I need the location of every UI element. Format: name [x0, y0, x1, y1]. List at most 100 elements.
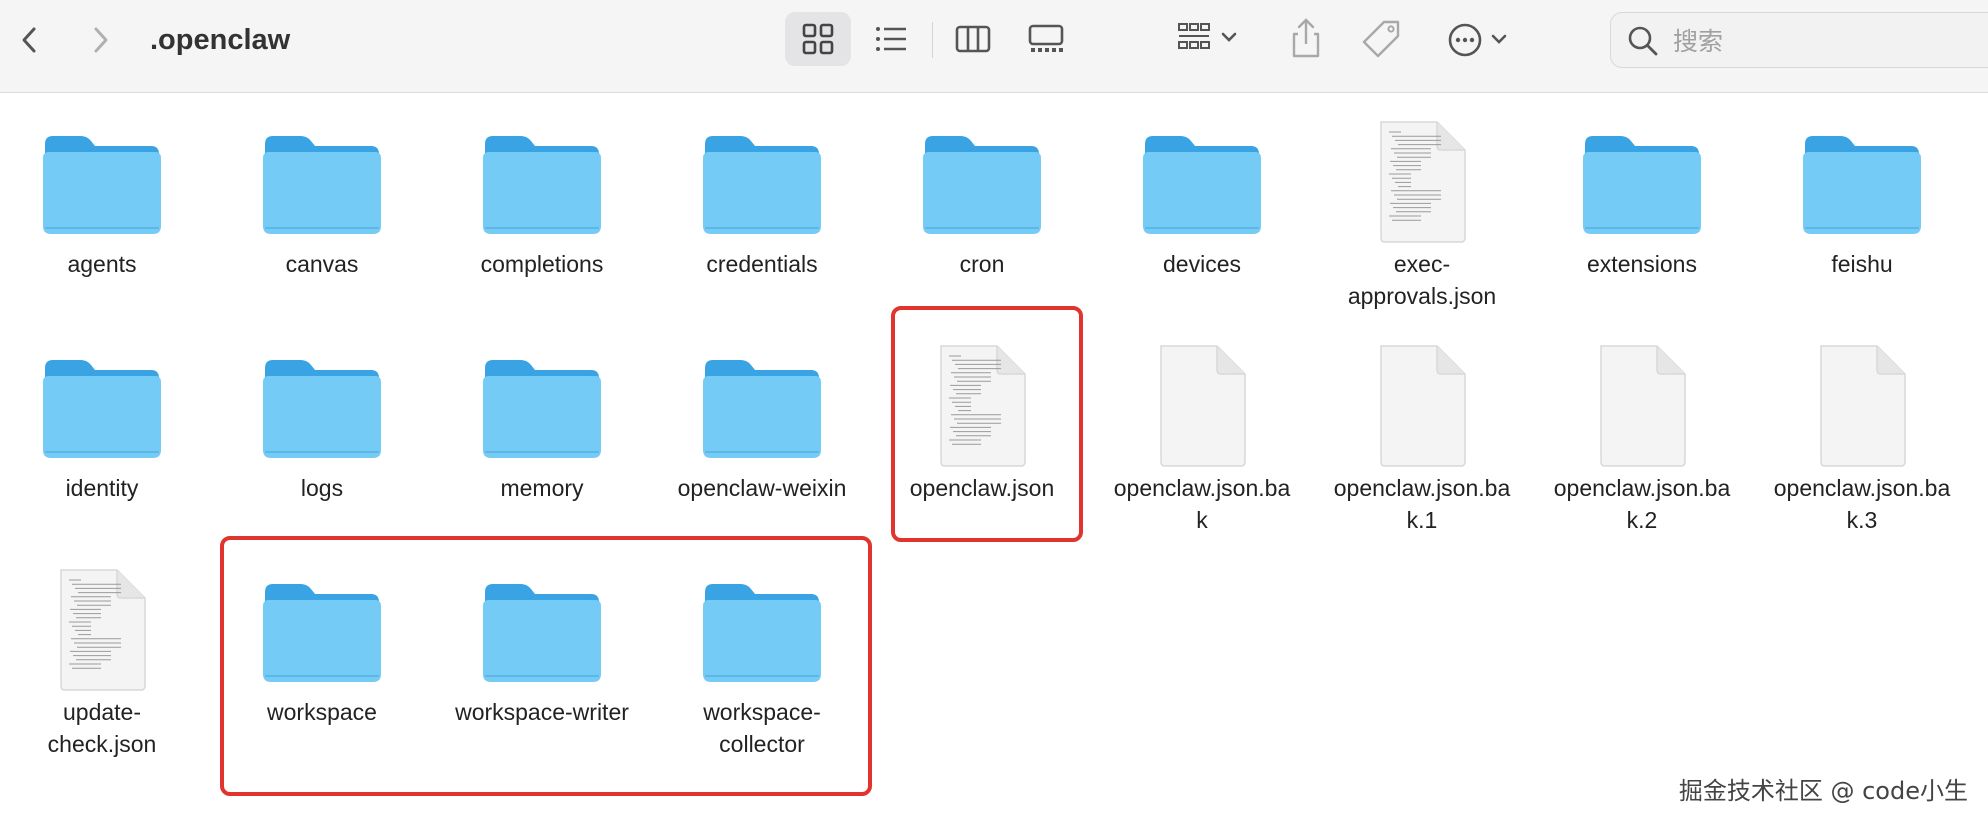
file-item[interactable]: exec- approvals.json — [1312, 116, 1532, 312]
highlight-box-workspaces — [220, 536, 872, 796]
gallery-view-button[interactable] — [1013, 12, 1079, 66]
item-label: feishu — [1831, 251, 1893, 277]
item-icon — [1532, 116, 1752, 246]
item-label: logs — [300, 475, 344, 501]
folder-icon — [703, 136, 821, 234]
document-icon — [1380, 121, 1466, 243]
item-icon — [1092, 340, 1312, 470]
folder-icon — [923, 136, 1041, 234]
item-label: agents — [67, 251, 137, 277]
window-title: .openclaw — [150, 24, 291, 56]
folder-item[interactable]: devices — [1092, 116, 1312, 280]
document-icon — [1160, 345, 1246, 467]
icon-view-icon — [802, 23, 834, 55]
folder-icon — [43, 360, 161, 458]
search-input[interactable] — [1671, 23, 1975, 59]
document-icon — [60, 569, 146, 691]
item-label: openclaw-weixin — [677, 475, 847, 501]
item-icon — [0, 340, 212, 470]
item-label: update- check.json — [47, 699, 157, 757]
group-button[interactable] — [1175, 18, 1247, 67]
folder-item[interactable]: feishu — [1752, 116, 1972, 280]
document-icon — [1820, 345, 1906, 467]
chevron-left-icon — [22, 27, 36, 53]
folder-item[interactable]: completions — [432, 116, 652, 280]
item-icon — [432, 340, 652, 470]
tag-button[interactable] — [1360, 18, 1404, 67]
folder-item[interactable]: agents — [0, 116, 212, 280]
chevron-right-icon — [94, 27, 108, 53]
item-icon — [212, 340, 432, 470]
document-icon — [1600, 345, 1686, 467]
document-icon — [1380, 345, 1466, 467]
more-actions-button[interactable] — [1445, 18, 1517, 67]
item-icon — [0, 564, 212, 694]
item-label: extensions — [1587, 251, 1697, 277]
folder-icon — [1583, 136, 1701, 234]
file-item[interactable]: openclaw.json.ba k.1 — [1312, 340, 1532, 536]
item-icon — [872, 116, 1092, 246]
item-label: cron — [959, 251, 1005, 277]
tag-icon — [1362, 20, 1400, 58]
folder-item[interactable]: extensions — [1532, 116, 1752, 280]
folder-icon — [1143, 136, 1261, 234]
toolbar-separator — [932, 22, 933, 58]
item-icon — [652, 116, 872, 246]
item-label: canvas — [285, 251, 359, 277]
folder-item[interactable]: openclaw-weixin — [652, 340, 872, 504]
file-item[interactable]: openclaw.json.ba k — [1092, 340, 1312, 536]
folder-item[interactable]: credentials — [652, 116, 872, 280]
folder-icon — [483, 136, 601, 234]
item-icon — [1532, 340, 1752, 470]
forward-button[interactable] — [82, 22, 118, 58]
folder-item[interactable]: cron — [872, 116, 1092, 280]
item-label: identity — [65, 475, 139, 501]
folder-item[interactable]: memory — [432, 340, 652, 504]
item-label: memory — [500, 475, 584, 501]
file-item[interactable]: update- check.json — [0, 564, 212, 760]
search-field[interactable] — [1610, 12, 1988, 68]
share-icon — [1292, 18, 1320, 58]
watermark: 掘金技术社区 @ code小生 — [1678, 777, 1968, 805]
folder-icon — [263, 136, 381, 234]
share-button[interactable] — [1284, 16, 1328, 65]
folder-icon — [263, 360, 381, 458]
item-label: devices — [1163, 251, 1241, 277]
item-icon — [0, 116, 212, 246]
list-view-button[interactable] — [858, 12, 924, 66]
group-icon — [1178, 23, 1237, 49]
folder-item[interactable]: logs — [212, 340, 432, 504]
gallery-view-icon — [1028, 24, 1064, 52]
folder-item[interactable]: identity — [0, 340, 212, 504]
item-label: openclaw.json.ba k.1 — [1333, 475, 1511, 533]
more-icon — [1448, 23, 1507, 57]
file-item[interactable]: openclaw.json.ba k.3 — [1752, 340, 1972, 536]
icon-view-button[interactable] — [785, 12, 851, 66]
folder-icon — [703, 360, 821, 458]
column-view-button[interactable] — [940, 12, 1006, 66]
folder-icon — [1803, 136, 1921, 234]
folder-item[interactable]: canvas — [212, 116, 432, 280]
highlight-box-openclaw-json — [891, 306, 1083, 542]
item-icon — [1752, 116, 1972, 246]
item-label: openclaw.json.ba k.3 — [1773, 475, 1951, 533]
file-item[interactable]: openclaw.json.ba k.2 — [1532, 340, 1752, 536]
back-button[interactable] — [12, 22, 48, 58]
item-icon — [212, 116, 432, 246]
folder-icon — [483, 360, 601, 458]
item-icon — [1752, 340, 1972, 470]
item-icon — [432, 116, 652, 246]
search-icon — [1628, 26, 1658, 56]
item-icon — [652, 340, 872, 470]
item-icon — [1092, 116, 1312, 246]
folder-icon — [43, 136, 161, 234]
item-label: completions — [480, 251, 604, 277]
item-label: openclaw.json.ba k.2 — [1553, 475, 1731, 533]
item-icon — [1312, 340, 1532, 470]
item-icon — [1312, 116, 1532, 246]
item-label: openclaw.json.ba k — [1113, 475, 1291, 533]
item-label: exec- approvals.json — [1347, 251, 1497, 309]
finder-toolbar: .openclaw — [0, 0, 1988, 93]
list-view-icon — [876, 27, 906, 51]
column-view-icon — [955, 25, 991, 53]
